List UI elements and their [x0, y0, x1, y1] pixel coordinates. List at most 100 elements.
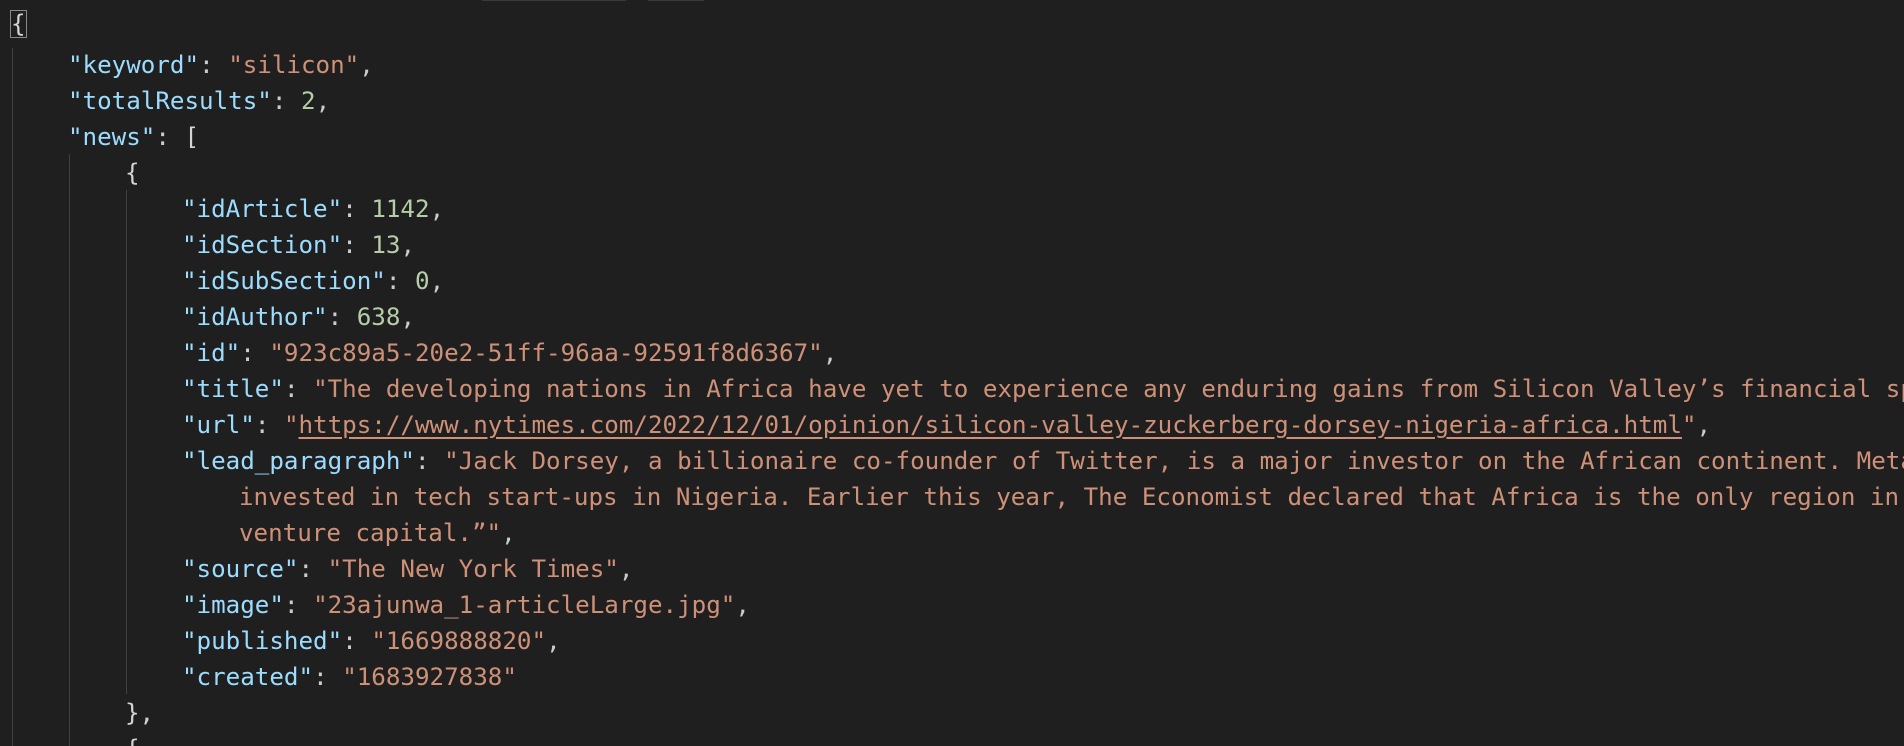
json-string-continuation: invested in tech start-ups in Nigeria. E… [239, 483, 1904, 511]
json-entry: "url": "https://www.nytimes.com/2022/12/… [182, 407, 1711, 443]
comma: , [429, 267, 445, 295]
code-line: "title": "The developing nations in Afri… [0, 371, 1904, 407]
code-line: "news": [ [0, 119, 1904, 155]
json-string: "23ajunwa_1-articleLarge.jpg" [313, 591, 736, 619]
json-entry: "keyword": "silicon", [68, 47, 374, 83]
object-open-brace: { [125, 159, 140, 187]
comma: , [400, 303, 415, 331]
json-key: "source" [182, 555, 299, 583]
colon: : [240, 339, 270, 367]
json-entry: "id": "923c89a5-20e2-51ff-96aa-92591f8d6… [182, 335, 837, 371]
json-key: "image" [182, 591, 284, 619]
code-line: "idArticle": 1142, [0, 191, 1904, 227]
json-string: "923c89a5-20e2-51ff-96aa-92591f8d6367" [269, 339, 823, 367]
json-number: 638 [356, 303, 401, 331]
array-open-bracket: [ [184, 123, 200, 151]
json-editor[interactable]: { "keyword": "silicon", "totalResults": … [0, 0, 1904, 746]
colon: : [271, 87, 301, 115]
json-entry: "published": "1669888820", [182, 623, 561, 659]
json-string: "The developing nations in Africa have y… [313, 375, 1904, 403]
json-string-quote: " [1681, 411, 1697, 439]
colon: : [342, 627, 372, 655]
code-line: "id": "923c89a5-20e2-51ff-96aa-92591f8d6… [0, 335, 1904, 371]
json-number: 2 [301, 87, 316, 115]
comma: , [822, 339, 838, 367]
code-line: "created": "1683927838" [0, 659, 1904, 695]
comma: , [429, 195, 445, 223]
code-line: }, [0, 695, 1904, 731]
tab-indicator [482, 0, 626, 1]
json-entry: "idSubSection": 0, [182, 263, 444, 299]
json-number: 13 [371, 231, 401, 259]
object-close-brace: }, [125, 699, 155, 727]
json-key: "idSection" [182, 231, 343, 259]
colon: : [199, 51, 229, 79]
json-entry: "totalResults": 2, [68, 83, 330, 119]
tab-indicator [648, 0, 704, 1]
comma: , [618, 555, 634, 583]
json-entry: "news": [ [68, 119, 199, 155]
code-line: "totalResults": 2, [0, 83, 1904, 119]
json-string: "The New York Times" [327, 555, 619, 583]
code-line: "idSection": 13, [0, 227, 1904, 263]
json-key: "published" [182, 627, 343, 655]
url-link[interactable]: https://www.nytimes.com/2022/12/01/opini… [299, 411, 1682, 439]
json-key: "created" [182, 663, 314, 691]
colon: : [415, 447, 445, 475]
json-entry: "lead_paragraph": "Jack Dorsey, a billio… [182, 443, 1904, 479]
json-entry: "idSection": 13, [182, 227, 415, 263]
json-key: "lead_paragraph" [182, 447, 415, 475]
comma: , [359, 51, 374, 79]
comma: , [1696, 411, 1712, 439]
code-line-wrapped: venture capital.”", [0, 515, 1904, 551]
colon: : [385, 267, 415, 295]
colon: : [254, 411, 284, 439]
code-line: "image": "23ajunwa_1-articleLarge.jpg", [0, 587, 1904, 623]
json-key: "idAuthor" [182, 303, 328, 331]
code-line: "source": "The New York Times", [0, 551, 1904, 587]
root-open-brace[interactable]: { [10, 10, 27, 38]
json-entry: venture capital.”", [239, 515, 516, 551]
colon: : [283, 375, 314, 403]
json-key: "id" [182, 339, 241, 367]
colon: : [298, 555, 328, 583]
comma: , [400, 231, 415, 259]
comma: , [546, 627, 561, 655]
colon: : [327, 303, 357, 331]
code-line-wrapped: invested in tech start-ups in Nigeria. E… [0, 479, 1904, 515]
json-entry: "title": "The developing nations in Afri… [182, 371, 1904, 407]
comma: , [735, 591, 750, 619]
colon: : [283, 591, 314, 619]
json-entry: "idArticle": 1142, [182, 191, 444, 227]
object-open-brace: { [125, 731, 140, 746]
json-number: 0 [415, 267, 430, 295]
json-key: "news" [68, 123, 156, 151]
json-string: "1669888820" [371, 627, 547, 655]
code-line: "published": "1669888820", [0, 623, 1904, 659]
json-key: "title" [182, 375, 284, 403]
json-string-quote: " [283, 411, 299, 439]
code-line: "lead_paragraph": "Jack Dorsey, a billio… [0, 443, 1904, 479]
json-key: "totalResults" [68, 87, 272, 115]
json-key: "url" [182, 411, 255, 439]
code-line: "keyword": "silicon", [0, 47, 1904, 83]
json-key: "idArticle" [182, 195, 343, 223]
json-string: "silicon" [228, 51, 360, 79]
json-key: "keyword" [68, 51, 200, 79]
json-key: "idSubSection" [182, 267, 386, 295]
json-string: "1683927838" [342, 663, 517, 691]
code-line: "idSubSection": 0, [0, 263, 1904, 299]
code-line: "idAuthor": 638, [0, 299, 1904, 335]
code-area[interactable]: { "keyword": "silicon", "totalResults": … [0, 10, 1904, 746]
json-string-continuation: venture capital.”" [239, 519, 502, 547]
json-number: 1142 [371, 195, 430, 223]
colon: : [342, 231, 372, 259]
json-entry: "created": "1683927838" [182, 659, 517, 695]
json-entry: "idAuthor": 638, [182, 299, 415, 335]
colon: : [342, 195, 372, 223]
comma: , [315, 87, 331, 115]
json-entry: "source": "The New York Times", [182, 551, 633, 587]
code-line: { [0, 731, 1904, 746]
comma: , [501, 519, 516, 547]
code-line: { [0, 10, 1904, 47]
